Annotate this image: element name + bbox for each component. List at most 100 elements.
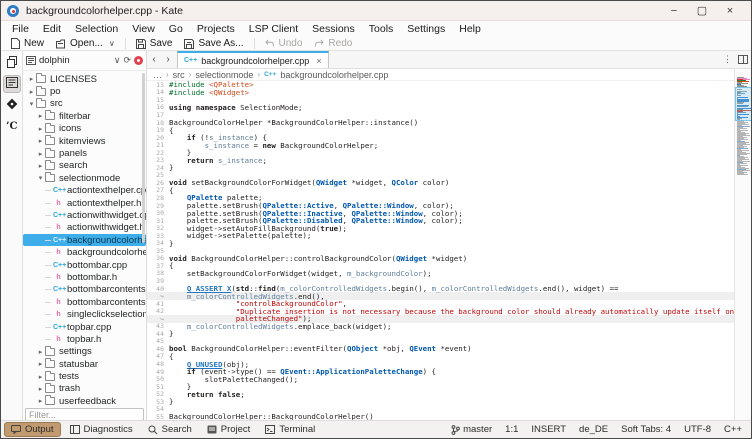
breadcrumb-ellipsis[interactable]: … bbox=[153, 70, 162, 80]
tree-collapsed-icon[interactable]: ▸ bbox=[27, 88, 36, 96]
code-line-34[interactable]: 34} bbox=[147, 239, 734, 247]
tree-item-licenses[interactable]: ▸LICENSES bbox=[23, 73, 146, 85]
tree-collapsed-icon[interactable]: ▸ bbox=[36, 385, 45, 393]
tree-collapsed-icon[interactable]: ▸ bbox=[36, 397, 45, 405]
tree-item-backgroundcolorhelper-h[interactable]: hbackgroundcolorhelper.h bbox=[23, 246, 146, 258]
menu-lsp-client[interactable]: LSP Client bbox=[242, 22, 305, 36]
code-line-24[interactable]: 24} bbox=[147, 164, 734, 172]
save-button[interactable]: Save bbox=[130, 37, 179, 50]
code-line-38[interactable]: 38 setBackgroundColorForWidget(widget, m… bbox=[147, 270, 734, 278]
tree-item-src[interactable]: ▾src bbox=[23, 98, 146, 110]
maximize-button[interactable]: ▢ bbox=[695, 4, 709, 18]
code-line-53[interactable]: 53} bbox=[147, 398, 734, 406]
code-line-46[interactable]: 46bool BackgroundColorHelper::eventFilte… bbox=[147, 345, 734, 353]
code-view[interactable]: 13#include <QPalette>14#include <QWidget… bbox=[147, 81, 734, 422]
tree-item-topbar-cpp[interactable]: C++topbar.cpp bbox=[23, 321, 146, 333]
menu-settings[interactable]: Settings bbox=[400, 22, 452, 36]
tree-item-statusbar[interactable]: ▸statusbar bbox=[23, 358, 146, 370]
tree-scrollbar[interactable] bbox=[142, 73, 145, 243]
menu-go[interactable]: Go bbox=[162, 22, 190, 36]
toolview-diagnostics-button[interactable]: Diagnostics bbox=[64, 423, 139, 436]
tab-backgroundcolorhelper[interactable]: C++ backgroundcolorhelper.cpp × bbox=[177, 51, 329, 68]
minimize-button[interactable]: − bbox=[667, 4, 681, 18]
breadcrumb-segment[interactable]: src bbox=[173, 70, 185, 80]
toolview-terminal-button[interactable]: Terminal bbox=[259, 423, 321, 436]
tree-item-actionwithwidget-cpp[interactable]: C++actionwithwidget.cpp bbox=[23, 209, 146, 221]
split-view-icon[interactable] bbox=[738, 55, 748, 64]
menu-view[interactable]: View bbox=[125, 22, 162, 36]
code-line-50[interactable]: 50 slotPaletteChanged(); bbox=[147, 375, 734, 383]
toolview-documents-button[interactable] bbox=[3, 54, 21, 72]
git-branch-status[interactable]: master bbox=[451, 424, 492, 435]
tab-close-icon[interactable]: × bbox=[316, 56, 321, 66]
tree-item-po[interactable]: ▸po bbox=[23, 85, 146, 97]
toolview-output-button[interactable]: Output bbox=[4, 422, 61, 437]
code-line-14[interactable]: 14#include <QWidget> bbox=[147, 89, 734, 97]
tree-expanded-icon[interactable]: ▾ bbox=[27, 100, 36, 108]
tree-item-userfeedback[interactable]: ▸userfeedback bbox=[23, 395, 146, 407]
toolview-git-button[interactable] bbox=[3, 96, 21, 114]
history-back-button[interactable]: ‹ bbox=[147, 51, 161, 68]
tree-expanded-icon[interactable]: ▾ bbox=[36, 174, 45, 182]
tree-item-actiontexthelper-h[interactable]: hactiontexthelper.h bbox=[23, 197, 146, 209]
tree-item-bottombar-h[interactable]: hbottombar.h bbox=[23, 271, 146, 283]
toolview-search-button[interactable]: Search bbox=[142, 423, 198, 436]
tree-collapsed-icon[interactable]: ▸ bbox=[27, 75, 36, 83]
tree-item-trash[interactable]: ▸trash bbox=[23, 383, 146, 395]
chevron-down-icon[interactable]: ∨ bbox=[109, 39, 115, 48]
toolview-project-button[interactable]: Project bbox=[201, 423, 257, 436]
tree-item-kitemviews[interactable]: ▸kitemviews bbox=[23, 135, 146, 147]
menu-selection[interactable]: Selection bbox=[68, 22, 125, 36]
chevron-down-icon[interactable]: ∨ bbox=[114, 56, 121, 65]
tree-item-filterbar[interactable]: ▸filterbar bbox=[23, 110, 146, 122]
tree-collapsed-icon[interactable]: ▸ bbox=[36, 112, 45, 120]
input-mode-status[interactable]: INSERT bbox=[531, 424, 566, 435]
code-line-33[interactable]: 33 widget->setPalette(palette); bbox=[147, 232, 734, 240]
save-as-button[interactable]: Save As... bbox=[178, 37, 249, 50]
tree-item-bottombar-cpp[interactable]: C++bottombar.cpp bbox=[23, 259, 146, 271]
refresh-icon[interactable]: ⟳ bbox=[123, 56, 131, 65]
tree-filter-input[interactable] bbox=[26, 410, 143, 421]
code-line-26[interactable]: 26void setBackgroundColorForWidget(QWidg… bbox=[147, 179, 734, 187]
toolview-ctags-button[interactable]: ’C bbox=[3, 117, 21, 135]
minimap-scrollbar[interactable] bbox=[734, 69, 752, 422]
tree-collapsed-icon[interactable]: ▸ bbox=[36, 162, 45, 170]
menu-edit[interactable]: Edit bbox=[36, 22, 68, 36]
dictionary-status[interactable]: de_DE bbox=[579, 424, 608, 435]
open-button[interactable]: Open...∨ bbox=[50, 37, 121, 50]
toolview-projects-button[interactable] bbox=[3, 75, 21, 93]
code-line-23[interactable]: 23 return s_instance; bbox=[147, 156, 734, 164]
tree-item-icons[interactable]: ▸icons bbox=[23, 123, 146, 135]
close-button[interactable]: × bbox=[723, 4, 737, 18]
breadcrumb-segment[interactable]: backgroundcolorhelper.cpp bbox=[280, 70, 388, 80]
tree-item-settings[interactable]: ▸settings bbox=[23, 346, 146, 358]
menu-projects[interactable]: Projects bbox=[190, 22, 242, 36]
cursor-position-status[interactable]: 1:1 bbox=[505, 424, 518, 435]
new-button[interactable]: New bbox=[5, 37, 50, 50]
code-line-36[interactable]: 36void BackgroundColorHelper::controlBac… bbox=[147, 255, 734, 263]
tree-item-actionwithwidget-h[interactable]: hactionwithwidget.h bbox=[23, 222, 146, 234]
code-line-44[interactable]: 44} bbox=[147, 330, 734, 338]
close-project-icon[interactable] bbox=[134, 56, 143, 65]
tree-item-selectionmode[interactable]: ▾selectionmode bbox=[23, 172, 146, 184]
menu-tools[interactable]: Tools bbox=[362, 22, 401, 36]
minimap-viewport[interactable] bbox=[735, 87, 752, 121]
tree-item-backgroundcolorhelper-c-[interactable]: C++backgroundcolorhelper.c... bbox=[23, 234, 146, 246]
history-forward-button[interactable]: › bbox=[161, 51, 175, 68]
tree-collapsed-icon[interactable]: ▸ bbox=[36, 137, 45, 145]
tree-item-bottombarcontentscont-[interactable]: C++bottombarcontentscont... bbox=[23, 284, 146, 296]
tree-collapsed-icon[interactable]: ▸ bbox=[36, 150, 45, 158]
menu-file[interactable]: File bbox=[5, 22, 36, 36]
tree-collapsed-icon[interactable]: ▸ bbox=[36, 125, 45, 133]
tree-collapsed-icon[interactable]: ▸ bbox=[36, 348, 45, 356]
menu-sessions[interactable]: Sessions bbox=[305, 22, 362, 36]
syntax-status[interactable]: C++ bbox=[724, 424, 742, 435]
code-line-21[interactable]: 21 s_instance = new BackgroundColorHelpe… bbox=[147, 141, 734, 149]
tree-item-bottombarcontentscont-[interactable]: hbottombarcontentscont... bbox=[23, 296, 146, 308]
tree-collapsed-icon[interactable]: ▸ bbox=[36, 373, 45, 381]
tab-overflow-icon[interactable]: ⋮ bbox=[723, 54, 732, 65]
tree-item-singleclickselectionproxy-[interactable]: hsingleclickselectionproxy... bbox=[23, 308, 146, 320]
code-line-43[interactable]: 43 m_colorControlledWidgets.emplace_back… bbox=[147, 323, 734, 331]
tree-item-tests[interactable]: ▸tests bbox=[23, 370, 146, 382]
tab-mode-status[interactable]: Soft Tabs: 4 bbox=[621, 424, 671, 435]
